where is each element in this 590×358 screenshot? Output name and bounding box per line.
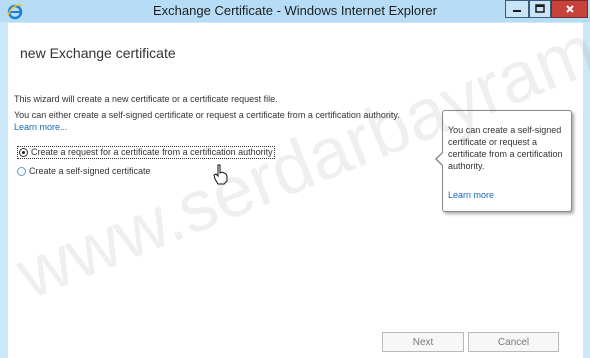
maximize-icon <box>535 4 545 13</box>
option-label-self-signed: Create a self-signed certificate <box>29 166 151 176</box>
maximize-button[interactable] <box>529 0 551 18</box>
next-button[interactable]: Next <box>382 332 464 352</box>
help-tooltip: You can create a self-signed certificate… <box>435 110 572 212</box>
page-title: new Exchange certificate <box>20 45 176 61</box>
option-request-certificate[interactable]: Create a request for a certificate from … <box>17 145 417 159</box>
tooltip-text: You can create a self-signed certificate… <box>448 125 563 171</box>
title-bar: Exchange Certificate - Windows Internet … <box>0 0 590 22</box>
intro-line-2: You can either create a self-signed cert… <box>14 109 414 133</box>
intro-line-1: This wizard will create a new certificat… <box>14 94 278 104</box>
minimize-icon <box>513 10 521 12</box>
hand-cursor-icon <box>213 164 228 185</box>
cancel-button[interactable]: Cancel <box>468 332 559 352</box>
intro-line-2-text: You can either create a self-signed cert… <box>14 110 400 120</box>
radio-selected-icon[interactable] <box>19 147 28 157</box>
dialog-content: new Exchange certificate This wizard wil… <box>8 23 583 358</box>
focus-outline: Create a request for a certificate from … <box>17 145 275 159</box>
window-title: Exchange Certificate - Windows Internet … <box>153 3 437 18</box>
option-label-request: Create a request for a certificate from … <box>31 147 273 157</box>
close-icon <box>565 5 574 13</box>
close-button[interactable] <box>551 0 588 18</box>
radio-unselected-icon[interactable] <box>17 166 26 176</box>
intro-text: This wizard will create a new certificat… <box>14 93 414 133</box>
learn-more-link[interactable]: Learn more... <box>14 122 68 132</box>
tooltip-learn-more-link[interactable]: Learn more <box>448 190 494 200</box>
minimize-button[interactable] <box>505 0 529 18</box>
